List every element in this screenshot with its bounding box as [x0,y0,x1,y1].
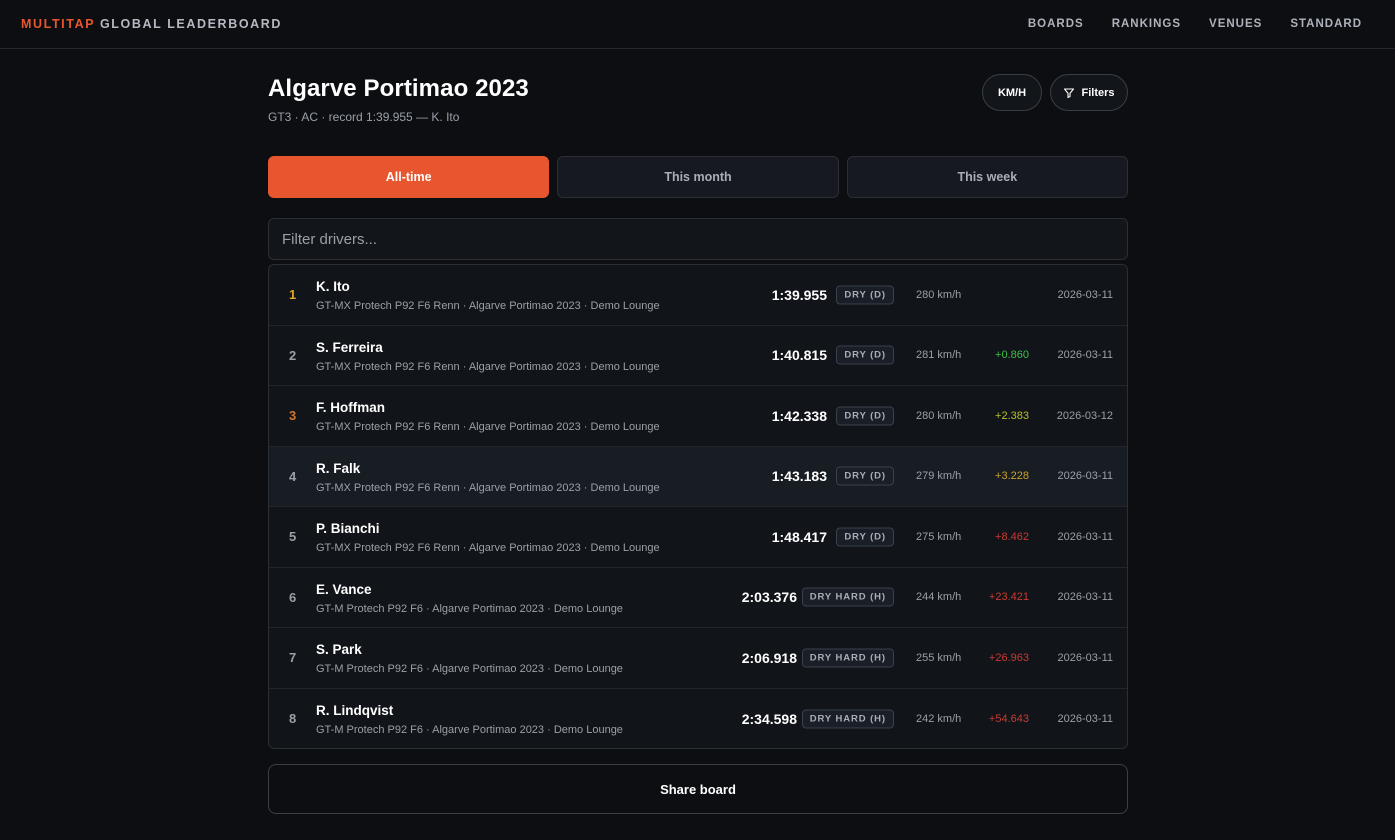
main-content: Algarve Portimao 2023 GT3 · AC · record … [268,49,1128,814]
row-position: 5 [289,529,297,545]
tyre-badge: DRY (D) [836,466,894,486]
lap-date: 2026-03-11 [1057,591,1113,604]
lap-time: 1:48.417 [771,528,827,545]
lap-time: 2:03.376 [741,589,797,606]
board-header: Algarve Portimao 2023 GT3 · AC · record … [268,49,1128,156]
tyre-badge: DRY (D) [836,406,894,426]
lap-time: 1:40.815 [771,347,827,364]
share-board-button[interactable]: Share board [268,764,1128,814]
tyre-badge: DRY (D) [836,527,894,547]
gap-to-leader: +2.383 [995,409,1029,422]
lap-date: 2026-03-11 [1057,470,1113,483]
driver-filter-box [268,218,1128,260]
lap-time: 1:39.955 [771,286,827,303]
driver-name: E. Vance [316,581,372,597]
driver-name: R. Falk [316,460,361,476]
lap-date: 2026-03-12 [1056,409,1113,422]
top-speed: 275 km/h [916,530,962,543]
gap-to-leader: +8.462 [995,530,1029,543]
brand-accent: MULTITAP [21,17,95,31]
top-speed: 281 km/h [916,349,962,362]
lap-time: 1:43.183 [771,468,827,485]
lap-date: 2026-03-11 [1057,288,1113,301]
table-row[interactable]: 2 S. Ferreira GT-MX Protech P92 F6 Renn · … [269,326,1127,386]
nav-link-rankings[interactable]: RANKINGS [1112,18,1181,30]
top-speed: 280 km/h [916,409,962,422]
lap-time: 1:42.338 [771,407,827,424]
page-subtitle: GT3 · AC · record 1:39.955 — K. Ito [268,110,460,124]
table-row[interactable]: 4 R. Falk GT-MX Protech P92 F6 Renn · Alga… [269,446,1127,507]
car-venue-meta: GT-M Protech P92 F6 · Algarve Portimao 2… [316,663,623,675]
driver-filter-input[interactable] [282,230,1114,248]
top-speed: 244 km/h [916,591,962,604]
gap-to-leader: +54.643 [988,712,1029,725]
driver-name: S. Park [316,642,362,657]
table-row[interactable]: 3 F. Hoffman GT-MX Protech P92 F6 Renn · A… [269,386,1127,447]
tyre-badge: DRY HARD (H) [801,587,894,607]
row-position: 8 [289,711,297,727]
table-row[interactable]: 1 K. Ito GT-MX Protech P92 F6 Renn · Algar… [269,265,1127,326]
car-venue-meta: GT-MX Protech P92 F6 Renn · Algarve Port… [316,421,660,433]
tab-this-month[interactable]: This month [557,156,839,198]
table-row[interactable]: 5 P. Bianchi GT-MX Protech P92 F6 Renn · A… [269,507,1127,568]
tyre-badge: DRY (D) [836,345,894,365]
row-position: 7 [289,650,297,666]
page-title: Algarve Portimao 2023 [268,75,529,102]
period-tabs: All-time This month This week [268,156,1128,198]
lap-time: 2:06.918 [741,649,797,666]
tab-this-week[interactable]: This week [846,156,1128,198]
car-venue-meta: GT-MX Protech P92 F6 Renn · Algarve Port… [316,542,660,554]
driver-name: S. Ferreira [316,339,383,355]
gap-to-leader: +23.421 [988,591,1029,604]
top-speed: 242 km/h [916,712,962,725]
car-venue-meta: GT-MX Protech P92 F6 Renn · Algarve Port… [316,481,660,494]
car-venue-meta: GT-M Protech P92 F6 · Algarve Portimao 2… [316,723,623,736]
car-venue-meta: GT-MX Protech P92 F6 Renn · Algarve Port… [316,360,660,373]
table-row[interactable]: 6 E. Vance GT-M Protech P92 F6 · Algarve P… [269,568,1127,628]
nav-link-boards[interactable]: BOARDS [1028,18,1084,30]
row-position: 4 [289,468,297,484]
top-nav-bar: MULTITAP GLOBAL LEADERBOARD BOARDS RANKI… [0,0,1395,49]
tyre-badge: DRY HARD (H) [801,709,894,729]
tyre-badge: DRY (D) [836,285,894,305]
nav-links: BOARDS RANKINGS VENUES STANDARD [1028,18,1362,30]
lap-date: 2026-03-11 [1057,349,1113,362]
driver-name: P. Bianchi [316,521,380,536]
gap-to-leader: +3.228 [995,470,1029,483]
row-position: 3 [289,408,297,424]
gap-to-leader: +0.860 [995,349,1029,362]
lap-date: 2026-03-11 [1057,530,1113,543]
top-speed: 279 km/h [916,470,962,483]
driver-name: K. Ito [316,279,350,294]
driver-name: F. Hoffman [316,400,385,415]
gap-to-leader: +26.963 [988,651,1029,664]
table-row[interactable]: 8 R. Lindqvist GT-M Protech P92 F6 · Algar… [269,689,1127,749]
tyre-badge: DRY HARD (H) [801,648,894,668]
row-position: 2 [289,347,297,363]
car-venue-meta: GT-M Protech P92 F6 · Algarve Portimao 2… [316,602,623,615]
top-speed: 255 km/h [916,651,962,664]
unit-toggle-button[interactable]: KM/H [982,74,1042,111]
lap-date: 2026-03-11 [1057,651,1113,664]
nav-link-standard[interactable]: STANDARD [1290,18,1362,30]
tab-all-time[interactable]: All-time [268,156,550,198]
brand-logo[interactable]: MULTITAP GLOBAL LEADERBOARD [21,17,282,31]
nav-link-venues[interactable]: VENUES [1209,18,1262,30]
car-venue-meta: GT-MX Protech P92 F6 Renn · Algarve Port… [316,300,660,312]
filters-label: Filters [1081,86,1115,99]
driver-name: R. Lindqvist [316,702,394,718]
filters-button[interactable]: Filters [1050,74,1128,111]
brand-text: GLOBAL LEADERBOARD [94,17,283,31]
lap-time: 2:34.598 [741,710,797,727]
row-position: 6 [289,589,297,605]
leaderboard-table: 1 K. Ito GT-MX Protech P92 F6 Renn · Algar… [268,264,1128,749]
filter-icon [1064,87,1075,98]
table-row[interactable]: 7 S. Park GT-M Protech P92 F6 · Algarve Po… [269,628,1127,689]
row-position: 1 [289,287,297,303]
lap-date: 2026-03-11 [1057,712,1113,725]
top-speed: 280 km/h [916,288,962,301]
